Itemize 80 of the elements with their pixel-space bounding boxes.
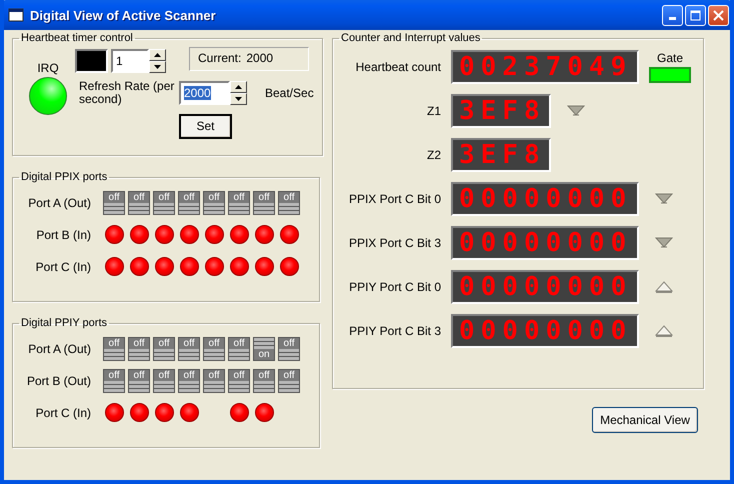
up-arrow-icon <box>235 85 242 89</box>
toggle-switch[interactable]: off <box>178 336 200 360</box>
toggle-switch[interactable]: off <box>103 336 125 360</box>
up-triangle-icon <box>655 325 673 337</box>
minimize-button[interactable] <box>662 4 683 26</box>
toggle-switch[interactable]: off <box>228 336 250 360</box>
group-title: Digital PPIX ports <box>20 171 108 183</box>
irq-label: IRQ <box>37 61 59 75</box>
down-triangle-icon <box>567 105 585 117</box>
down-triangle-icon <box>655 193 673 205</box>
close-button[interactable] <box>708 4 729 26</box>
group-title: Counter and Interrupt values <box>340 32 482 44</box>
port-label: Port B (In) <box>35 228 91 242</box>
toggle-switch[interactable]: off <box>278 368 300 392</box>
toggle-switch[interactable]: off <box>153 336 175 360</box>
counter-label: PPIX Port C Bit 3 <box>348 236 441 250</box>
maximize-button[interactable] <box>685 4 706 26</box>
toggle-switch[interactable]: off <box>178 368 200 392</box>
toggle-switch[interactable]: off <box>203 190 225 214</box>
refresh-rate-label: Refresh Rate (per second) <box>79 80 176 106</box>
toggle-switch[interactable]: off <box>228 368 250 392</box>
toggle-switch[interactable]: off <box>278 336 300 360</box>
group-title: Digital PPIY ports <box>20 317 108 329</box>
down-triangle-icon <box>655 237 673 249</box>
close-icon <box>713 10 724 20</box>
segment-display: 3EF8 <box>451 138 551 172</box>
spin-up-button[interactable] <box>149 49 166 61</box>
current-value: 2000 <box>246 51 274 67</box>
spin-down-button[interactable] <box>230 93 247 105</box>
window-icon <box>8 7 24 23</box>
counter-field[interactable]: 1 <box>111 49 149 73</box>
segment-display: 00000000 <box>451 182 639 216</box>
toggle-switch[interactable]: off <box>128 190 150 214</box>
toggle-switch[interactable]: off <box>228 190 250 214</box>
port-label: Port B (Out) <box>26 374 91 388</box>
segment-display: 00000000 <box>451 314 639 348</box>
counter-label: PPIX Port C Bit 0 <box>348 192 441 206</box>
toggle-switch[interactable]: off <box>253 190 275 214</box>
toggle-switch[interactable]: off <box>153 190 175 214</box>
down-arrow-icon <box>235 97 242 101</box>
status-panel <box>75 49 108 73</box>
toggle-switch[interactable]: off <box>128 336 150 360</box>
maximize-icon <box>690 10 701 20</box>
segment-display: 3EF8 <box>451 94 551 128</box>
mechanical-view-button[interactable]: Mechanical View <box>592 407 698 433</box>
toggle-switch[interactable]: off <box>278 190 300 214</box>
refresh-rate-field[interactable]: 2000 <box>179 81 230 105</box>
up-arrow-icon <box>154 53 161 57</box>
toggle-switch[interactable]: off <box>253 368 275 392</box>
port-label: Port A (Out) <box>27 196 91 210</box>
group-title: Heartbeat timer control <box>20 32 134 44</box>
counter-label: Z2 <box>426 148 441 162</box>
toggle-switch[interactable]: off <box>203 368 225 392</box>
minimize-icon <box>669 16 676 20</box>
toggle-switch[interactable]: off <box>153 368 175 392</box>
current-label: Current: <box>198 51 242 67</box>
counter-label: Z1 <box>426 104 441 118</box>
toggle-switch[interactable]: on <box>253 336 275 360</box>
port-label: Port C (In) <box>34 260 91 274</box>
spin-down-button[interactable] <box>149 61 166 73</box>
window-title: Digital View of Active Scanner <box>30 8 217 22</box>
unit-label: Beat/Sec <box>265 86 314 100</box>
counter-label: Heartbeat count <box>354 60 441 74</box>
segment-display: 00000000 <box>451 270 639 304</box>
toggle-switch[interactable]: off <box>203 336 225 360</box>
port-label: Port A (Out) <box>27 342 91 356</box>
up-triangle-icon <box>655 281 673 293</box>
set-button[interactable]: Set <box>179 114 232 138</box>
toggle-switch[interactable]: off <box>178 190 200 214</box>
spin-up-button[interactable] <box>230 81 247 93</box>
port-label: Port C (In) <box>34 406 91 420</box>
counter-label: PPIY Port C Bit 3 <box>348 324 441 338</box>
gate-label: Gate <box>656 51 683 65</box>
segment-display: 00237049 <box>451 50 639 84</box>
toggle-switch[interactable]: off <box>128 368 150 392</box>
toggle-switch[interactable]: off <box>103 190 125 214</box>
segment-display: 00000000 <box>451 226 639 260</box>
toggle-switch[interactable]: off <box>103 368 125 392</box>
down-arrow-icon <box>154 65 161 69</box>
counter-label: PPIY Port C Bit 0 <box>348 280 441 294</box>
